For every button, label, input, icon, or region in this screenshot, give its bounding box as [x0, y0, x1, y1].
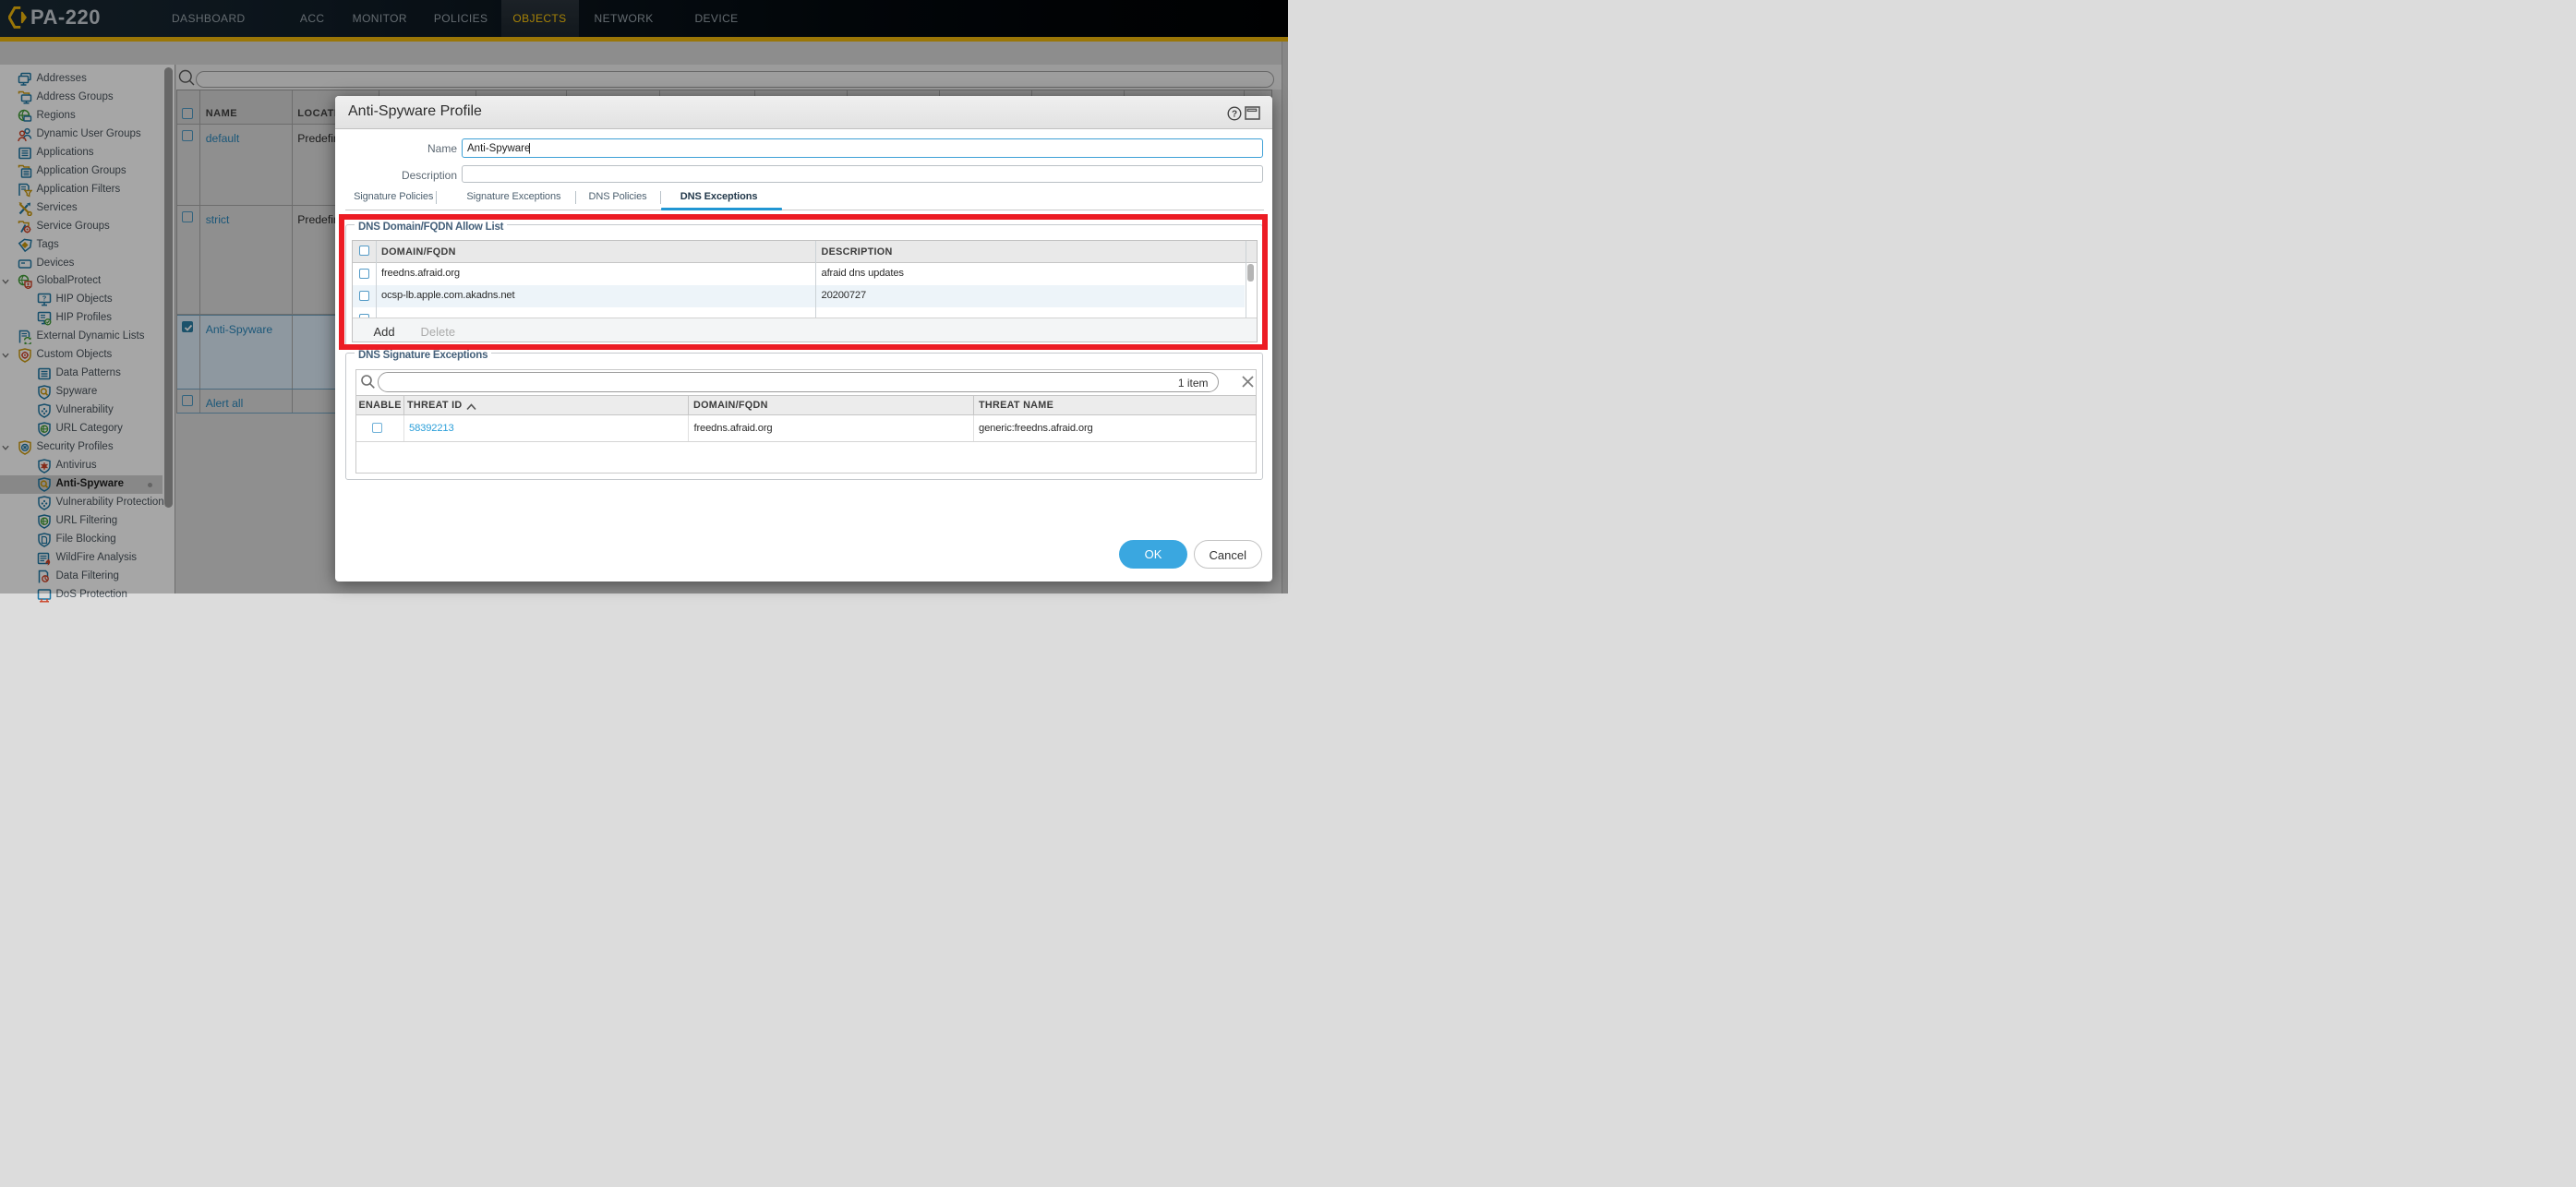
svg-text:?: ? — [1232, 110, 1237, 120]
